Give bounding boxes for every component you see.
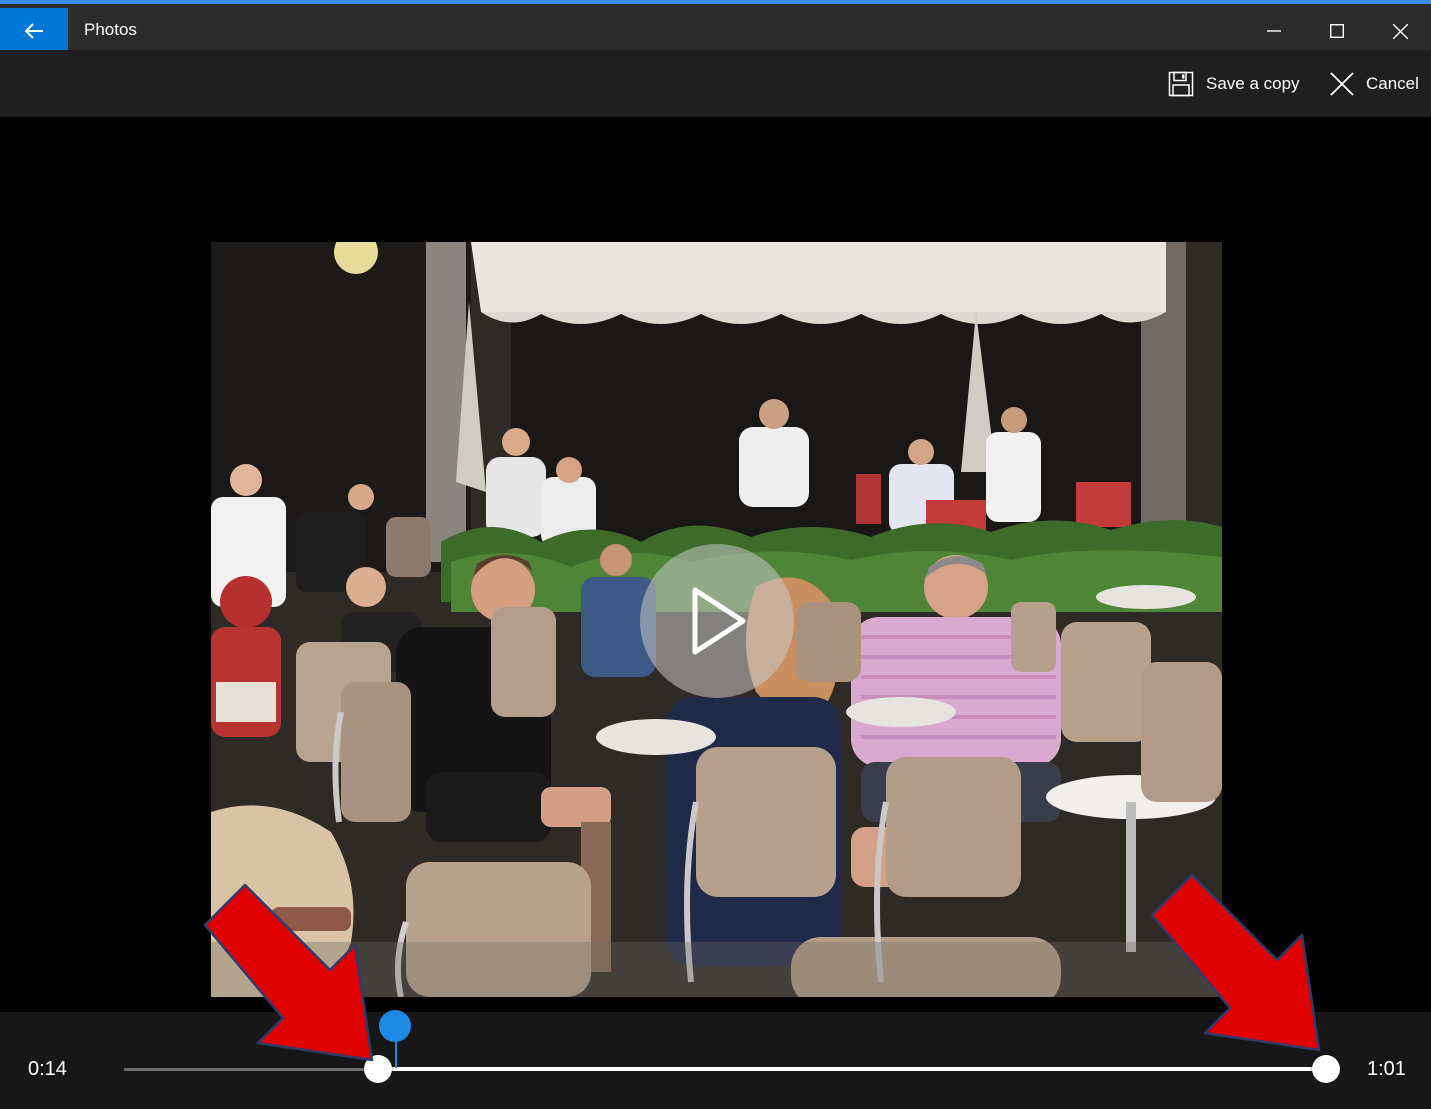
trim-start-handle[interactable] [364,1055,392,1083]
play-button[interactable] [640,544,794,698]
video-preview[interactable] [211,242,1222,997]
title-bar: Photos [0,0,1431,54]
playhead-handle[interactable] [379,1010,411,1042]
minimize-button[interactable] [1242,12,1306,50]
cancel-button[interactable]: Cancel [1330,50,1419,117]
maximize-icon [1330,24,1344,38]
maximize-button[interactable] [1305,12,1369,50]
cancel-icon [1330,71,1354,96]
close-icon [1392,23,1408,39]
back-arrow-icon [24,23,43,39]
play-icon [692,587,746,655]
close-window-button[interactable] [1368,12,1431,50]
trim-start-time: 0:14 [28,1058,67,1080]
trim-end-handle[interactable] [1312,1055,1340,1083]
trim-end-time: 1:01 [1367,1058,1406,1080]
save-copy-icon [1168,71,1194,96]
video-stage [0,117,1431,1012]
app-title: Photos [84,20,137,39]
editor-toolbar: Save a copy Cancel [0,50,1431,117]
trim-timeline: 0:14 1:01 [0,1010,1431,1109]
save-copy-button[interactable]: Save a copy [1168,50,1300,117]
back-button[interactable] [0,8,68,54]
save-copy-label: Save a copy [1206,73,1300,93]
cancel-label: Cancel [1366,73,1419,93]
minimize-icon [1267,30,1281,32]
photos-app-window: Photos Save a copy Cancel 0:14 1:01 [0,0,1431,1109]
trim-track-selected[interactable] [378,1067,1326,1071]
trim-track-excluded[interactable] [124,1068,378,1071]
